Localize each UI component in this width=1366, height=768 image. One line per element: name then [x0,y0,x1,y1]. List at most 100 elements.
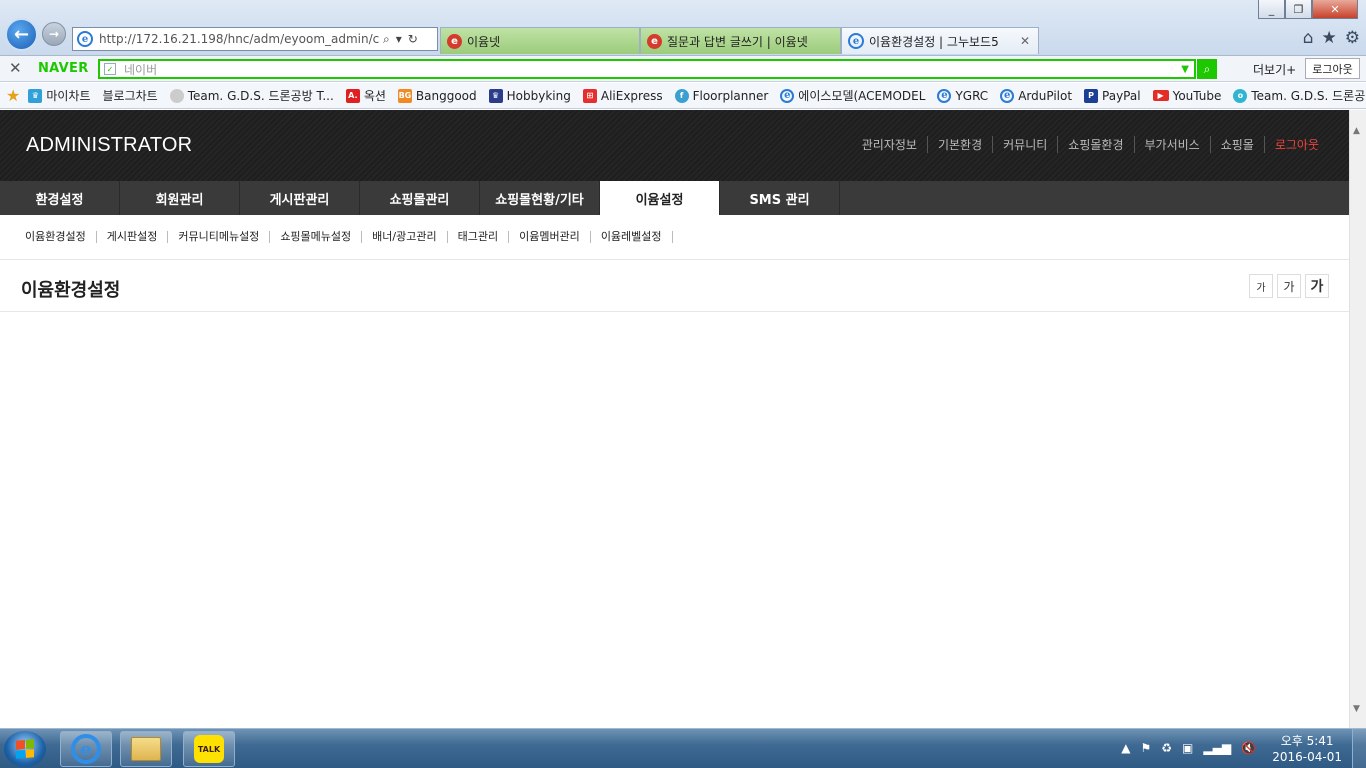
font-large-button[interactable]: 가 [1305,274,1329,298]
search-placeholder: 네이버 [124,62,158,77]
favorite-item[interactable]: ▶ YouTube [1152,89,1221,103]
dropdown-arrow-icon[interactable]: ▾ [396,32,402,47]
site-icon: o [1233,88,1248,103]
top-links: 관리자정보 기본환경 커뮤니티 쇼핑몰환경 부가서비스 쇼핑몰 로그아웃 [852,136,1329,153]
restore-button[interactable]: ❐ [1285,0,1312,19]
gear-icon[interactable]: ⚙ [1345,28,1360,48]
favorite-item[interactable]: e 에이스모델(ACEMODEL [780,87,925,104]
link-shop-config[interactable]: 쇼핑몰환경 [1057,136,1133,153]
kakaotalk-icon: TALK [194,735,224,763]
naver-toolbar: ✕ NAVER ✓ 네이버 ▼ ⌕ 더보기+ 로그아웃 [0,56,1366,82]
page-title: 이윰환경설정 [21,280,121,301]
link-basic-config[interactable]: 기본환경 [926,136,992,153]
link-shop[interactable]: 쇼핑몰 [1209,136,1264,153]
network-signal-icon[interactable]: ▂▄▆ [1203,741,1231,755]
tab-eyoom-config[interactable]: e 이윰환경설정 | 그누보드5 ✕ [841,27,1039,54]
tab-strip: e 이윰넷 e 질문과 답변 글쓰기 | 이윰넷 e 이윰환경설정 | 그누보드… [440,27,1039,54]
sub-community-menu[interactable]: 커뮤니티메뉴설정 [168,231,271,243]
font-medium-button[interactable]: 가 [1277,274,1301,298]
window-controls: _ ❐ ✕ [1258,0,1358,19]
taskbar-kakaotalk[interactable]: TALK [183,731,235,767]
favorites-star-icon[interactable]: ★ [6,86,20,105]
link-logout[interactable]: 로그아웃 [1263,136,1329,153]
favorite-item[interactable]: A. 옥션 [345,87,386,104]
address-bar[interactable]: e http://172.16.21.198/hnc/adm/eyoom_adm… [72,27,438,51]
tab-title: 이윰넷 [467,34,501,49]
checkbox-icon[interactable]: ✓ [104,63,116,75]
naver-search-button[interactable]: ⌕ [1197,59,1217,79]
youtube-icon: ▶ [1152,90,1169,101]
browser-toolbar: _ ❐ ✕ ← → e http://172.16.21.198/hnc/adm… [0,0,1366,56]
sub-tags[interactable]: 태그관리 [448,231,510,243]
naver-search-input[interactable]: ✓ 네이버 ▼ [98,59,1196,79]
more-button[interactable]: 더보기+ [1253,61,1296,78]
favorite-item[interactable]: BG Banggood [397,88,477,103]
favorite-item[interactable]: o Team. G.D.S. 드론공방 [1233,87,1366,104]
favorite-item[interactable]: e ArduPilot [1000,88,1072,103]
naver-logo[interactable]: NAVER [38,61,89,76]
show-desktop-button[interactable] [1352,729,1366,768]
favorite-item[interactable]: P PayPal [1084,88,1141,103]
sub-shop-menu[interactable]: 쇼핑몰메뉴설정 [270,231,363,243]
sub-eyoom-levels[interactable]: 이윰레벨설정 [591,231,673,243]
favorite-item[interactable]: Team. G.D.S. 드론공방 T... [169,87,334,104]
naver-logout-button[interactable]: 로그아웃 [1305,58,1360,79]
usb-icon[interactable]: ▣ [1182,741,1193,755]
nav-shop-status[interactable]: 쇼핑몰현황/기타 [480,181,600,215]
favorite-item[interactable]: ♛ Hobbyking [488,88,571,103]
nav-boards[interactable]: 게시판관리 [240,181,360,215]
system-clock[interactable]: 오후 5:41 2016-04-01 [1272,733,1342,765]
back-button[interactable]: ← [5,18,38,51]
flag-icon[interactable]: ⚑ [1140,741,1151,755]
tab-eyoomnet[interactable]: e 이윰넷 [440,27,640,54]
link-admin-info[interactable]: 관리자정보 [852,136,927,153]
nav-sms[interactable]: SMS 관리 [720,181,840,215]
address-text[interactable]: http://172.16.21.198/hnc/adm/eyoom_admin… [99,32,379,46]
crown-icon: ♛ [488,88,503,103]
chevron-down-icon[interactable]: ▼ [1181,64,1189,75]
home-icon[interactable]: ⌂ [1303,28,1314,48]
sub-banner-ads[interactable]: 배너/광고관리 [362,231,448,243]
windows-taskbar: e TALK ▲ ⚑ ♻ ▣ ▂▄▆ 🔇 오후 5:41 2016-04-01 [0,728,1366,768]
scroll-down-icon[interactable]: ▼ [1353,704,1360,714]
refresh-icon[interactable]: ↻ [408,32,418,47]
font-small-button[interactable]: 가 [1249,274,1273,298]
eyoom-logo-icon: e [647,33,662,49]
taskbar-file-explorer[interactable] [120,731,172,767]
scroll-up-icon[interactable]: ▲ [1353,126,1360,136]
floorplanner-icon: f [674,88,689,103]
taskbar-internet-explorer[interactable]: e [60,731,112,767]
admin-title[interactable]: ADMINISTRATOR [26,134,192,157]
forward-button[interactable]: → [42,22,66,46]
close-window-button[interactable]: ✕ [1312,0,1358,19]
tab-title: 질문과 답변 글쓰기 | 이윰넷 [667,34,808,49]
sub-eyoom-config[interactable]: 이윰환경설정 [15,231,97,243]
favorite-item[interactable]: ♛ 마이차트 [28,87,91,104]
link-community[interactable]: 커뮤니티 [992,136,1057,153]
nav-members[interactable]: 회원관리 [120,181,240,215]
favorite-item[interactable]: e YGRC [937,88,988,103]
sub-board-config[interactable]: 게시판설정 [97,231,169,243]
search-icon[interactable]: ⌕ [383,32,390,47]
start-button[interactable] [4,731,46,767]
tray-expand-icon[interactable]: ▲ [1121,741,1130,755]
favorite-item[interactable]: ⊞ AliExpress [582,88,663,103]
favorite-item[interactable]: f Floorplanner [674,88,768,103]
volume-muted-icon[interactable]: 🔇 [1241,741,1256,755]
favorite-item[interactable]: 블로그차트 [103,87,158,104]
favorites-star-icon[interactable]: ★ [1322,28,1337,48]
nav-eyoom-settings[interactable]: 이윰설정 [600,181,720,215]
sub-eyoom-members[interactable]: 이윰멤버관리 [509,231,591,243]
link-extra-services[interactable]: 부가서비스 [1133,136,1210,153]
minimize-button[interactable]: _ [1258,0,1285,19]
nav-config[interactable]: 환경설정 [0,181,120,215]
close-toolbar-icon[interactable]: ✕ [9,59,22,77]
recycle-icon[interactable]: ♻ [1161,741,1172,755]
vertical-scrollbar[interactable]: ▲ ▼ [1349,110,1366,728]
tab-qna-write[interactable]: e 질문과 답변 글쓰기 | 이윰넷 [640,27,841,54]
nav-shop-admin[interactable]: 쇼핑몰관리 [360,181,480,215]
page-title-row: 이윰환경설정 가 가 가 [0,260,1349,312]
close-tab-icon[interactable]: ✕ [1020,34,1030,48]
site-icon [169,88,184,103]
sub-nav: 이윰환경설정 게시판설정 커뮤니티메뉴설정 쇼핑몰메뉴설정 배너/광고관리 태그… [0,215,1349,260]
